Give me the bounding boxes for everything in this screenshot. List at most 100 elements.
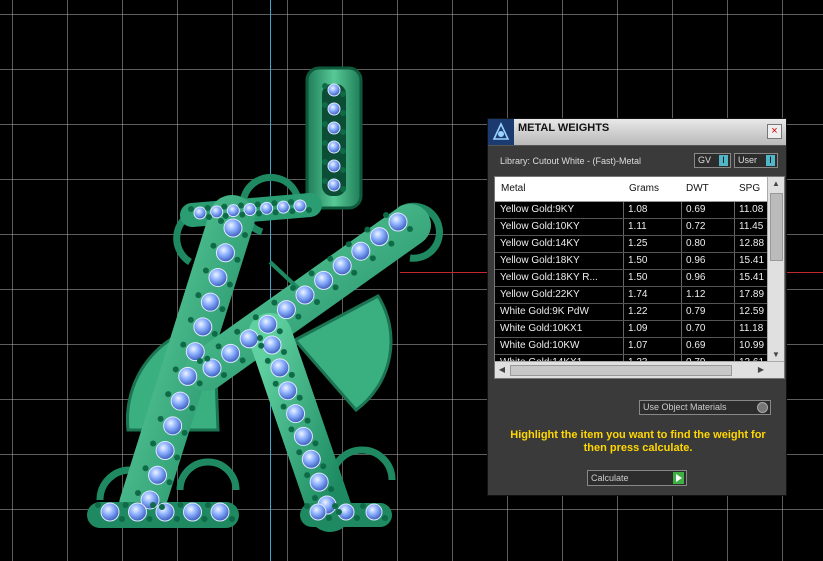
gemstone	[293, 199, 307, 213]
prong	[272, 380, 279, 387]
prong	[308, 270, 315, 277]
table-row[interactable]: Yellow Gold:9KY 1.08 0.69 11.08	[495, 202, 767, 219]
gemstone	[327, 159, 341, 173]
column-header-grams[interactable]: Grams	[629, 183, 659, 194]
scroll-left-icon[interactable]: ◀	[495, 362, 509, 378]
prong	[276, 328, 283, 335]
gemstone	[351, 241, 371, 261]
prong	[234, 328, 241, 335]
calculate-label: Calculate	[591, 473, 629, 483]
table-row[interactable]: Yellow Gold:18KY R... 1.50 0.96 15.41	[495, 270, 767, 287]
cell-metal: Yellow Gold:14KY	[500, 238, 580, 249]
calculate-button[interactable]: Calculate	[587, 470, 687, 486]
vertical-scroll-thumb[interactable]	[770, 193, 783, 261]
metal-weights-panel: METAL WEIGHTS × Library: Cutout White - …	[487, 118, 787, 496]
prong	[288, 371, 295, 378]
prong	[288, 426, 295, 433]
cell-spg: 10.99	[739, 340, 765, 351]
gemstone	[148, 465, 168, 485]
prong	[119, 516, 125, 522]
scroll-right-icon[interactable]: ▶	[754, 362, 768, 378]
panel-title-bar[interactable]: METAL WEIGHTS ×	[488, 119, 786, 146]
gemstone	[327, 140, 341, 154]
user-toggle[interactable]: User I	[734, 153, 778, 168]
cell-dwt: 0.96	[686, 272, 706, 283]
prong	[340, 186, 346, 192]
prong	[210, 242, 217, 249]
prong	[239, 357, 246, 364]
prong	[177, 502, 184, 508]
scroll-down-icon[interactable]: ▼	[768, 348, 784, 362]
prong	[326, 515, 332, 521]
column-divider	[734, 338, 735, 354]
prong	[205, 502, 211, 508]
gemstone	[258, 314, 278, 334]
gemstone	[226, 204, 240, 218]
horizontal-scroll-thumb[interactable]	[510, 365, 732, 376]
gemstone	[193, 317, 213, 337]
table-row[interactable]: Yellow Gold:18KY 1.50 0.96 15.41	[495, 253, 767, 270]
gemstone	[309, 503, 327, 521]
column-divider	[681, 304, 682, 320]
prong	[234, 256, 241, 263]
table-row[interactable]: Yellow Gold:10KY 1.11 0.72 11.45	[495, 219, 767, 236]
prong	[254, 201, 261, 208]
metal-weights-table[interactable]: Metal Grams DWT SPG Yellow Gold:9KY 1.08 0…	[494, 176, 785, 379]
column-divider	[734, 287, 735, 303]
column-divider	[681, 338, 682, 354]
radio-knob-icon	[757, 402, 768, 413]
toggle-indicator-icon: I	[766, 155, 775, 166]
prong	[369, 255, 376, 262]
prong	[312, 495, 318, 501]
column-divider	[681, 321, 682, 337]
cell-spg: 12.59	[739, 306, 765, 317]
table-row[interactable]: White Gold:10KW 1.07 0.69 10.99	[495, 338, 767, 355]
cell-spg: 11.18	[739, 323, 764, 334]
column-header-metal[interactable]: Metal	[501, 183, 525, 194]
cell-dwt: 0.69	[686, 204, 706, 215]
gv-toggle[interactable]: GV I	[694, 153, 731, 168]
prong	[218, 218, 224, 224]
cell-grams: 1.74	[628, 289, 648, 300]
column-header-spg[interactable]: SPG	[739, 183, 760, 194]
plugin-logo-icon	[488, 119, 514, 145]
horizontal-scrollbar[interactable]: ◀ ▶	[495, 361, 784, 378]
column-divider	[681, 253, 682, 269]
cell-metal: Yellow Gold:18KY R...	[500, 272, 598, 283]
scroll-up-icon[interactable]: ▲	[768, 177, 784, 191]
close-icon[interactable]: ×	[767, 124, 782, 139]
gemstone	[327, 83, 341, 97]
cell-dwt: 0.79	[686, 306, 706, 317]
column-divider	[734, 321, 735, 337]
prong	[201, 516, 208, 522]
cell-grams: 1.09	[628, 323, 648, 334]
prong	[312, 440, 319, 447]
cell-spg: 17.89	[739, 289, 765, 300]
column-header-dwt[interactable]: DWT	[686, 183, 709, 194]
gemstone	[286, 404, 306, 424]
column-divider	[734, 219, 735, 235]
user-toggle-label: User	[738, 155, 758, 165]
prong	[271, 299, 278, 306]
use-object-materials-toggle[interactable]: Use Object Materials	[639, 400, 771, 415]
table-row[interactable]: Yellow Gold:14KY 1.25 0.80 12.88	[495, 236, 767, 253]
cell-grams: 1.50	[628, 255, 648, 266]
prong	[206, 214, 212, 220]
cell-dwt: 0.69	[686, 340, 706, 351]
prong	[322, 102, 328, 108]
prong	[272, 209, 279, 216]
prong	[340, 148, 346, 154]
vertical-scrollbar[interactable]: ▲ ▼	[767, 177, 784, 362]
cell-grams: 1.07	[628, 340, 648, 351]
cell-metal: White Gold:10KW	[500, 340, 580, 351]
prong	[304, 417, 311, 424]
gemstone	[221, 343, 241, 363]
cell-grams: 1.08	[628, 204, 648, 215]
table-row[interactable]: Yellow Gold:22KY 1.74 1.12 17.89	[495, 287, 767, 304]
prong	[322, 140, 328, 146]
table-row[interactable]: White Gold:9K PdW 1.22 0.79 12.59	[495, 304, 767, 321]
prong	[280, 403, 287, 410]
table-row[interactable]: White Gold:10KX1 1.09 0.70 11.18	[495, 321, 767, 338]
cell-grams: 1.11	[628, 221, 647, 232]
gemstone	[210, 205, 224, 219]
